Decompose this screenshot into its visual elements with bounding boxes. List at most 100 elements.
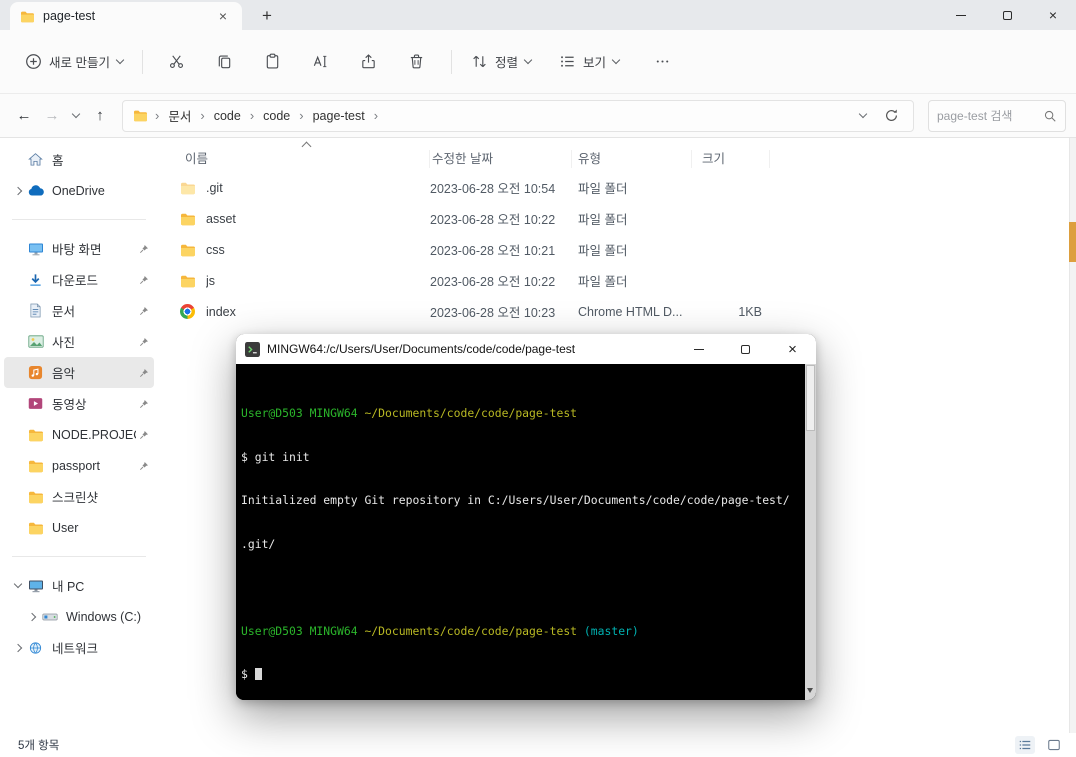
sidebar-item-pictures[interactable]: 사진 xyxy=(4,326,154,357)
trash-icon xyxy=(411,54,423,69)
chevron-right-icon[interactable] xyxy=(13,186,22,195)
delete-button[interactable] xyxy=(397,45,437,79)
file-row-css[interactable]: css 2023-06-28 오전 10:21 파일 폴더 xyxy=(165,234,1066,265)
sidebar-item-label: OneDrive xyxy=(52,183,105,198)
sidebar-item-videos[interactable]: 동영상 xyxy=(4,388,154,419)
chevron-down-icon xyxy=(611,55,621,64)
new-tab-button[interactable]: + xyxy=(254,4,280,28)
music-icon xyxy=(25,365,46,380)
terminal-close-button[interactable]: × xyxy=(769,334,816,364)
sidebar-item-downloads[interactable]: 다운로드 xyxy=(4,264,154,295)
chevron-down-icon xyxy=(523,55,533,64)
scrollbar-thumb[interactable] xyxy=(806,365,815,431)
sidebar-item-passport[interactable]: passport xyxy=(4,450,154,481)
sidebar-item-windows-c[interactable]: Windows (C:) xyxy=(18,601,154,632)
file-row-asset[interactable]: asset 2023-06-28 오전 10:22 파일 폴더 xyxy=(165,203,1066,234)
videos-icon xyxy=(25,397,46,410)
large-icons-view-icon xyxy=(1048,739,1060,751)
terminal-minimize-button[interactable] xyxy=(675,334,722,364)
cut-button[interactable] xyxy=(157,45,197,79)
breadcrumb-item-code-2[interactable]: code xyxy=(261,106,292,126)
forward-button[interactable]: → xyxy=(38,101,66,131)
terminal-title: MINGW64:/c/Users/User/Documents/code/cod… xyxy=(267,342,576,356)
sidebar-item-documents[interactable]: 문서 xyxy=(4,295,154,326)
sidebar-item-label: Windows (C:) xyxy=(66,609,142,624)
share-button[interactable] xyxy=(349,45,389,79)
terminal-branch: (master) xyxy=(583,623,639,638)
search-input[interactable] xyxy=(937,108,1043,123)
sidebar-item-label: 홈 xyxy=(52,154,64,168)
sidebar-item-label: 다운로드 xyxy=(52,274,99,288)
details-view-button[interactable] xyxy=(1015,736,1035,754)
column-header-name[interactable]: 이름 xyxy=(185,150,430,168)
sidebar-item-label: 사진 xyxy=(52,336,76,350)
terminal-output[interactable]: User@D503 MINGW64 ~/Documents/code/code/… xyxy=(236,364,816,700)
sidebar-item-label: passport xyxy=(52,458,100,473)
file-date: 2023-06-28 오전 10:21 xyxy=(430,244,556,258)
sidebar-item-screenshots[interactable]: 스크린샷 xyxy=(4,481,154,512)
paste-button[interactable] xyxy=(253,45,293,79)
sidebar-item-node-project[interactable]: NODE.PROJECT xyxy=(4,419,154,450)
scroll-down-arrow-icon[interactable] xyxy=(807,688,813,696)
terminal-maximize-button[interactable] xyxy=(722,334,769,364)
sidebar-item-label: 바탕 화면 xyxy=(52,243,102,257)
more-button[interactable] xyxy=(642,45,682,79)
file-row-git[interactable]: .git 2023-06-28 오전 10:54 파일 폴더 xyxy=(165,172,1066,203)
minimize-button[interactable] xyxy=(938,0,984,30)
terminal-scrollbar[interactable] xyxy=(805,364,816,700)
folder-icon xyxy=(25,521,46,535)
sidebar-item-music[interactable]: 음악 xyxy=(4,357,154,388)
tab-bar: page-test × + × xyxy=(0,0,1076,30)
recent-locations-button[interactable] xyxy=(66,101,86,131)
chevron-down-icon xyxy=(115,55,125,64)
sidebar-item-desktop[interactable]: 바탕 화면 xyxy=(4,233,154,264)
file-row-js[interactable]: js 2023-06-28 오전 10:22 파일 폴더 xyxy=(165,265,1066,296)
file-date: 2023-06-28 오전 10:22 xyxy=(430,275,556,289)
sidebar-item-label: 동영상 xyxy=(52,398,87,412)
view-icon xyxy=(561,56,574,67)
tab-title: page-test xyxy=(43,9,96,23)
folder-icon xyxy=(25,428,46,442)
breadcrumb-item-documents[interactable]: 문서 xyxy=(166,103,193,128)
address-bar[interactable]: › 문서 › code › code › page-test › xyxy=(122,99,914,132)
large-icons-view-button[interactable] xyxy=(1044,736,1064,754)
chevron-down-icon[interactable] xyxy=(13,579,22,589)
copy-button[interactable] xyxy=(205,45,245,79)
status-bar: 5개 항목 xyxy=(0,733,1076,757)
sidebar-item-network[interactable]: 네트워크 xyxy=(4,632,154,663)
maximize-button[interactable] xyxy=(984,0,1030,30)
pin-icon xyxy=(139,306,149,316)
back-button[interactable]: ← xyxy=(10,101,38,131)
share-icon xyxy=(362,54,376,69)
chevron-right-icon[interactable] xyxy=(13,643,22,652)
chevron-right-icon[interactable] xyxy=(27,612,36,621)
breadcrumb-item-code[interactable]: code xyxy=(212,106,243,126)
sidebar-item-user[interactable]: User xyxy=(4,512,154,543)
address-dropdown-icon[interactable] xyxy=(858,109,868,119)
up-button[interactable]: ↑ xyxy=(86,101,114,131)
terminal-titlebar[interactable]: MINGW64:/c/Users/User/Documents/code/cod… xyxy=(236,334,816,364)
tab-close-button[interactable]: × xyxy=(214,8,232,24)
sort-button[interactable]: 정렬 xyxy=(462,45,540,78)
folder-icon xyxy=(180,212,197,226)
column-header-type[interactable]: 유형 xyxy=(572,150,692,168)
column-header-date[interactable]: 수정한 날짜 xyxy=(430,150,572,168)
plus-circle-icon xyxy=(26,54,41,69)
file-name: css xyxy=(206,242,225,257)
file-row-index[interactable]: index 2023-06-28 오전 10:23 Chrome HTML D.… xyxy=(165,296,1066,327)
column-header-size[interactable]: 크기 xyxy=(692,150,770,168)
chevron-down-icon xyxy=(71,109,81,119)
sidebar-item-onedrive[interactable]: OneDrive xyxy=(4,175,154,206)
search-box[interactable] xyxy=(928,99,1066,132)
breadcrumb-separator: › xyxy=(200,108,205,123)
sidebar-item-this-pc[interactable]: 내 PC xyxy=(4,570,154,601)
rename-button[interactable] xyxy=(301,45,341,79)
close-button[interactable]: × xyxy=(1030,0,1076,30)
breadcrumb-item-page-test[interactable]: page-test xyxy=(311,106,367,126)
new-button[interactable]: 새로 만들기 xyxy=(16,45,132,78)
refresh-button[interactable] xyxy=(884,108,899,123)
explorer-tab[interactable]: page-test × xyxy=(10,2,242,30)
sidebar-item-home[interactable]: 홈 xyxy=(4,144,154,175)
sidebar-item-label: NODE.PROJECT xyxy=(52,427,136,442)
view-button[interactable]: 보기 xyxy=(550,45,628,78)
